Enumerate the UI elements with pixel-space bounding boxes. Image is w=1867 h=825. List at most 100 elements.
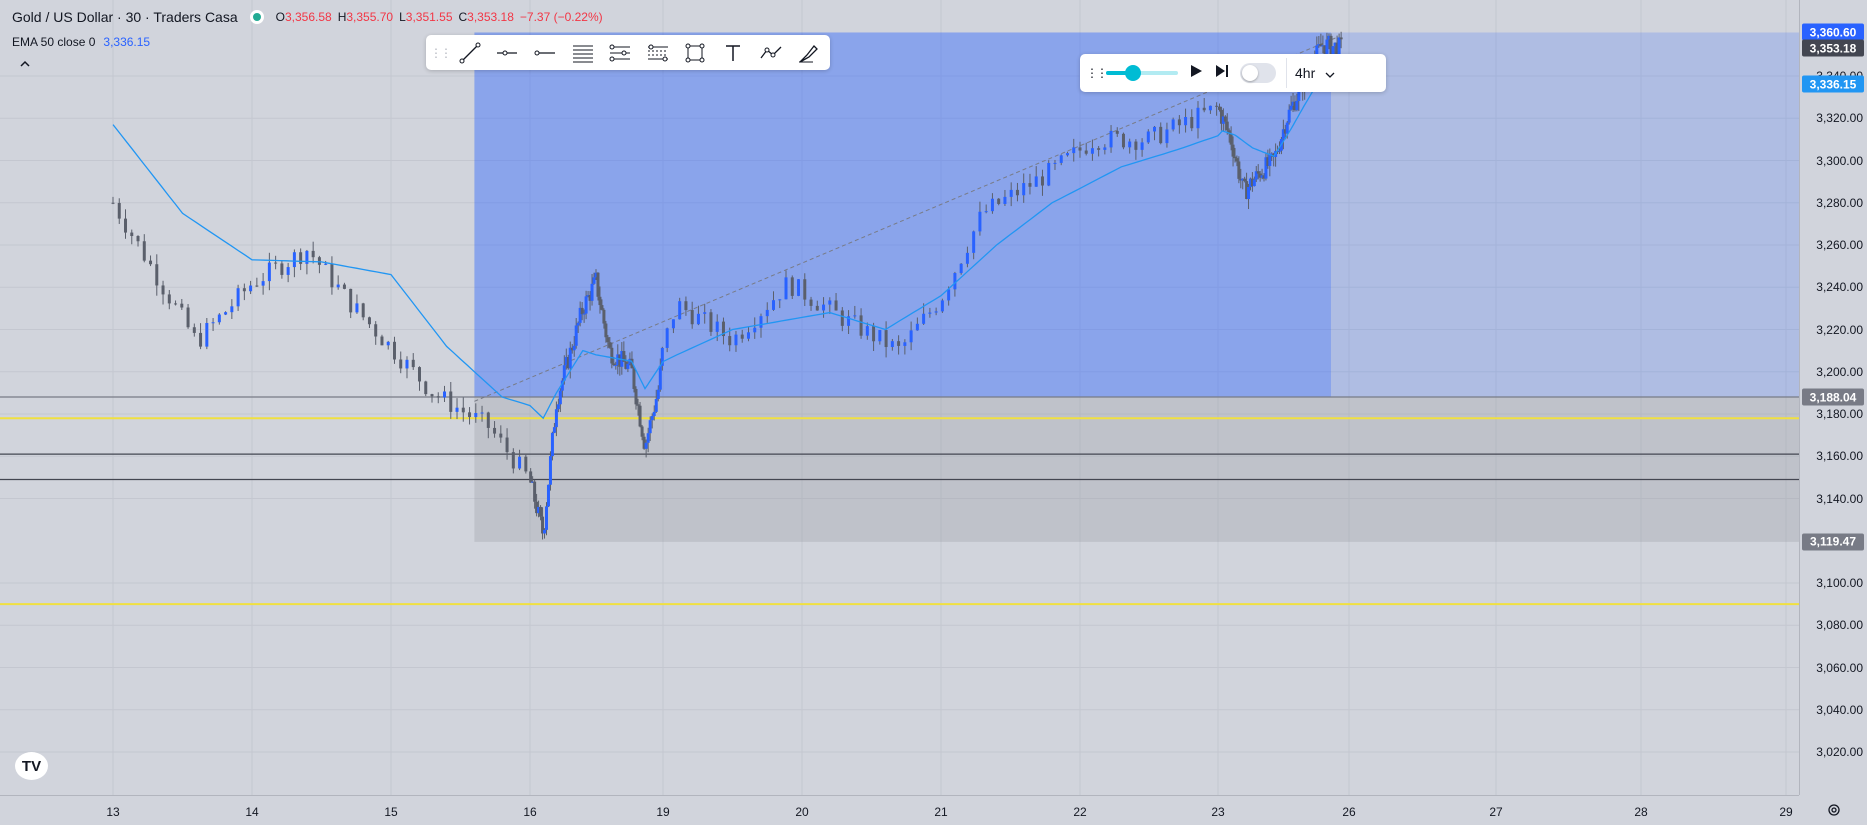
horizontal-ray-icon[interactable]: [490, 38, 526, 68]
candle-body: [361, 303, 365, 318]
replay-interval-value: 4hr: [1295, 65, 1316, 81]
candle-body: [533, 481, 537, 502]
candle-body: [648, 420, 652, 434]
candle-body: [1252, 179, 1256, 187]
price-axis[interactable]: 3,020.00 3,040.00 3,060.00 3,080.00 3,100.00…: [1799, 0, 1867, 795]
rectangle-icon[interactable]: [678, 38, 714, 68]
replay-toggle[interactable]: [1240, 63, 1276, 83]
play-icon[interactable]: [1188, 63, 1204, 84]
candle-body: [614, 365, 618, 367]
candle-body: [765, 309, 769, 317]
speed-slider-knob[interactable]: [1125, 65, 1142, 81]
candle-body: [524, 456, 528, 472]
candle-body: [552, 427, 556, 433]
candle-body: [1277, 150, 1281, 152]
time-tick: 22: [1073, 805, 1087, 819]
symbol-title[interactable]: Gold / US Dollar · 30 · Traders Casa: [12, 9, 238, 25]
candle-body: [1059, 155, 1063, 163]
time-tick: 15: [384, 805, 398, 819]
price-tick: 3,280.00: [1816, 195, 1863, 210]
candle-body: [1184, 117, 1188, 126]
collapse-legend-icon[interactable]: [20, 57, 30, 71]
candle-body: [230, 306, 234, 313]
chart-pane[interactable]: [0, 0, 1799, 795]
indicator-legend[interactable]: EMA 50 close 0 3,336.15: [12, 35, 150, 49]
candle-body: [317, 257, 321, 265]
candle-body: [606, 337, 610, 343]
candle-body: [558, 390, 562, 405]
fib-retracement-icon[interactable]: [640, 38, 676, 68]
candle-body: [665, 328, 669, 348]
candle-body: [840, 310, 844, 326]
candle-body: [608, 342, 612, 348]
candle-body: [759, 316, 763, 328]
candle-body: [1109, 130, 1113, 148]
replay-drag-handle-icon[interactable]: ⋮⋮: [1086, 66, 1108, 80]
price-tick: 3,180.00: [1816, 407, 1863, 421]
candle-body: [596, 272, 600, 297]
time-tick: 27: [1489, 805, 1503, 819]
step-forward-icon[interactable]: [1214, 63, 1230, 84]
chevron-down-icon: [1325, 65, 1335, 81]
drawing-toolbar: ⋮⋮: [426, 35, 830, 70]
trend-line-icon[interactable]: [452, 38, 488, 68]
candle-body: [632, 368, 636, 389]
candle-body: [474, 413, 478, 418]
candle-body: [380, 336, 384, 346]
candle-body: [634, 388, 638, 405]
long-position-profit-extension: [1331, 32, 1799, 398]
candle-body: [399, 359, 403, 369]
close-value: 3,353.18: [467, 10, 514, 24]
tradingview-logo-icon[interactable]: TV: [15, 752, 48, 780]
candle-body: [654, 398, 658, 412]
replay-speed-slider[interactable]: [1106, 65, 1178, 81]
price-tick: 3,320.00: [1816, 111, 1863, 126]
candle-body: [1084, 150, 1088, 154]
candle-body: [1285, 122, 1289, 134]
candle-body: [1140, 142, 1144, 150]
time-axis[interactable]: 13 14 15 16 19 20 21 22 23 26 27 28 29: [0, 795, 1799, 825]
candle-body: [1009, 189, 1013, 197]
horizontal-line-icon[interactable]: [527, 38, 563, 68]
candle-body: [684, 301, 688, 311]
candle-body: [550, 432, 554, 457]
candle-body: [461, 407, 465, 413]
candle-body: [386, 341, 390, 346]
brush-icon[interactable]: [790, 38, 826, 68]
price-tick: 3,080.00: [1816, 618, 1863, 633]
candle-body: [443, 391, 447, 398]
candle-body: [834, 300, 838, 311]
candle-body: [584, 296, 588, 314]
candle-body: [940, 300, 944, 312]
text-icon[interactable]: [715, 38, 751, 68]
candle-body: [499, 433, 503, 438]
candle-body: [1215, 105, 1219, 107]
settings-icon[interactable]: [1823, 799, 1845, 821]
candle-body: [529, 471, 533, 483]
candle-body: [405, 359, 409, 369]
replay-interval-dropdown[interactable]: 4hr: [1286, 58, 1343, 88]
candle-body: [449, 391, 453, 412]
candle-body: [598, 296, 602, 306]
candle-body: [903, 342, 907, 346]
candle-body: [1339, 37, 1343, 40]
path-icon[interactable]: [753, 38, 789, 68]
indicator-value: 3,336.15: [103, 35, 151, 49]
candle-body: [211, 322, 215, 324]
candle-body: [1190, 117, 1194, 129]
candle-body: [330, 263, 334, 288]
parallel-channel-icon[interactable]: [565, 38, 601, 68]
candle-body: [884, 330, 888, 348]
pitchfork-icon[interactable]: [602, 38, 638, 68]
candle-body: [678, 301, 682, 320]
candle-body: [1243, 178, 1247, 182]
time-tick: 19: [656, 805, 670, 819]
candle-body: [518, 456, 522, 469]
candle-body: [1028, 183, 1032, 187]
drag-handle-icon[interactable]: ⋮⋮: [430, 38, 452, 68]
candle-body: [436, 396, 440, 398]
candle-body: [1235, 158, 1239, 162]
candle-body: [610, 347, 614, 364]
candle-body: [1022, 183, 1026, 196]
candle-body: [646, 433, 650, 443]
